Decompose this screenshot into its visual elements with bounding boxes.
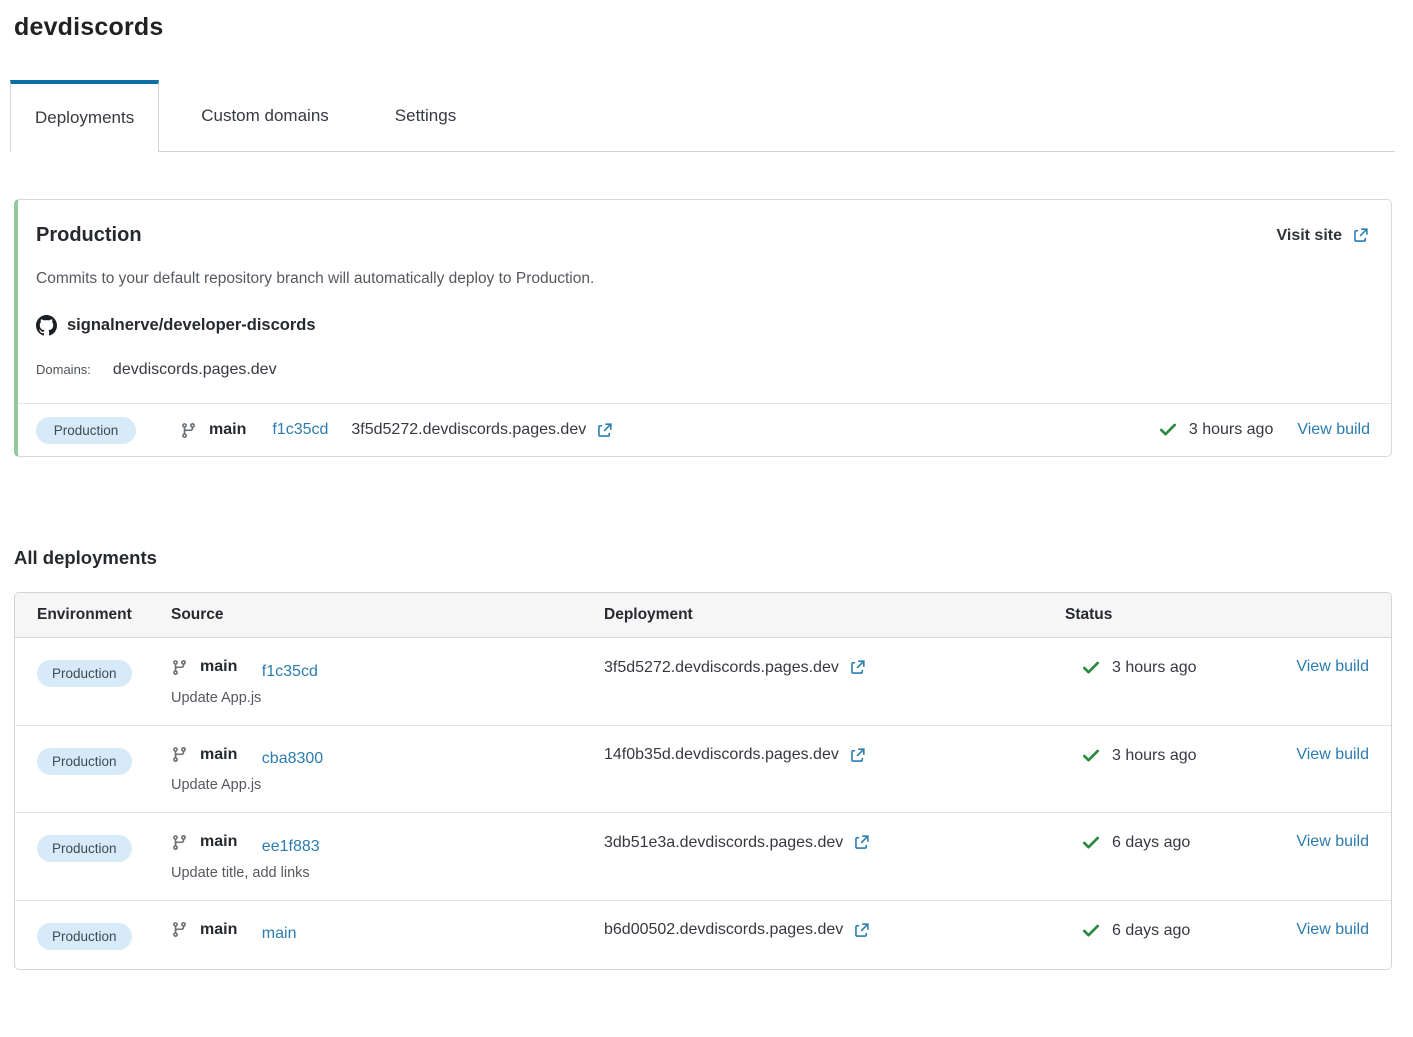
view-build-link[interactable]: View build: [1296, 746, 1369, 764]
visit-site-label: Visit site: [1276, 227, 1342, 245]
github-icon: [36, 315, 57, 336]
visit-site-link[interactable]: Visit site: [1276, 226, 1370, 245]
git-branch-icon: [171, 921, 188, 938]
environment-badge: Production: [37, 748, 132, 775]
view-build-link[interactable]: View build: [1296, 658, 1369, 676]
column-header-status: Status: [1065, 606, 1391, 624]
commit-message: Update App.js: [171, 690, 604, 706]
table-header-row: Environment Source Deployment Status: [15, 593, 1391, 638]
check-icon: [1158, 420, 1178, 440]
commit-link[interactable]: cba8300: [262, 750, 323, 767]
git-branch-icon: [171, 746, 188, 763]
branch-name: main: [209, 421, 246, 439]
external-link-icon[interactable]: [595, 421, 614, 440]
environment-badge: Production: [36, 417, 136, 444]
tab-settings[interactable]: Settings: [371, 80, 480, 151]
table-row: Production main main b6d00502.devdiscord…: [15, 900, 1391, 969]
table-row: Production main ee1f883 Update title, ad…: [15, 812, 1391, 900]
production-card: Production Visit site Commits to your de…: [14, 199, 1392, 457]
commit-message: Update App.js: [171, 777, 604, 793]
git-branch-icon: [171, 834, 188, 851]
view-build-link[interactable]: View build: [1297, 421, 1370, 439]
deployments-table: Environment Source Deployment Status Pro…: [14, 592, 1392, 970]
branch-name: main: [200, 658, 237, 676]
status-time: 3 hours ago: [1189, 421, 1274, 439]
status-time: 6 days ago: [1112, 834, 1190, 852]
commit-message: Update title, add links: [171, 865, 604, 881]
deployments-table-body: Production main f1c35cd Update App.js 3f…: [15, 638, 1391, 969]
domains-value: devdiscords.pages.dev: [113, 361, 277, 379]
check-icon: [1081, 921, 1101, 941]
branch-name: main: [200, 921, 237, 939]
status-time: 3 hours ago: [1112, 747, 1197, 765]
commit-link[interactable]: f1c35cd: [262, 663, 318, 680]
deployment-url: 14f0b35d.devdiscords.pages.dev: [604, 746, 839, 764]
status-time: 6 days ago: [1112, 922, 1190, 940]
commit-link[interactable]: main: [262, 925, 297, 942]
environment-badge: Production: [37, 660, 132, 687]
view-build-link[interactable]: View build: [1296, 833, 1369, 851]
environment-badge: Production: [37, 835, 132, 862]
column-header-source: Source: [171, 606, 604, 624]
branch-name: main: [200, 746, 237, 764]
domains-label: Domains:: [36, 362, 91, 377]
deployment-url: 3f5d5272.devdiscords.pages.dev: [604, 659, 839, 677]
deployment-url: 3db51e3a.devdiscords.pages.dev: [604, 834, 843, 852]
column-header-deployment: Deployment: [604, 606, 1065, 624]
repository-name: signalnerve/developer-discords: [67, 316, 316, 335]
tab-custom-domains[interactable]: Custom domains: [177, 80, 353, 151]
view-build-link[interactable]: View build: [1296, 921, 1369, 939]
page-title: devdiscords: [0, 0, 1413, 42]
production-title: Production: [36, 224, 142, 247]
all-deployments-title: All deployments: [14, 547, 1413, 569]
commit-link[interactable]: f1c35cd: [272, 421, 328, 439]
production-description: Commits to your default repository branc…: [36, 270, 1370, 288]
git-branch-icon: [180, 422, 197, 439]
check-icon: [1081, 746, 1101, 766]
column-header-environment: Environment: [37, 606, 171, 624]
tab-strip: Deployments Custom domains Settings: [10, 80, 1395, 152]
table-row: Production main cba8300 Update App.js 14…: [15, 725, 1391, 813]
git-branch-icon: [171, 659, 188, 676]
commit-link[interactable]: ee1f883: [262, 838, 320, 855]
external-link-icon[interactable]: [848, 658, 867, 677]
check-icon: [1081, 658, 1101, 678]
production-deployment-row: Production main f1c35cd 3f5d5272.devdisc…: [18, 403, 1391, 456]
check-icon: [1081, 833, 1101, 853]
external-link-icon: [1351, 226, 1370, 245]
external-link-icon[interactable]: [848, 746, 867, 765]
branch-name: main: [200, 833, 237, 851]
external-link-icon[interactable]: [852, 921, 871, 940]
environment-badge: Production: [37, 923, 132, 950]
table-row: Production main f1c35cd Update App.js 3f…: [15, 638, 1391, 725]
external-link-icon[interactable]: [852, 833, 871, 852]
tab-deployments[interactable]: Deployments: [10, 80, 159, 152]
status-time: 3 hours ago: [1112, 659, 1197, 677]
deployment-url: b6d00502.devdiscords.pages.dev: [604, 921, 843, 939]
deployment-url: 3f5d5272.devdiscords.pages.dev: [351, 421, 586, 439]
